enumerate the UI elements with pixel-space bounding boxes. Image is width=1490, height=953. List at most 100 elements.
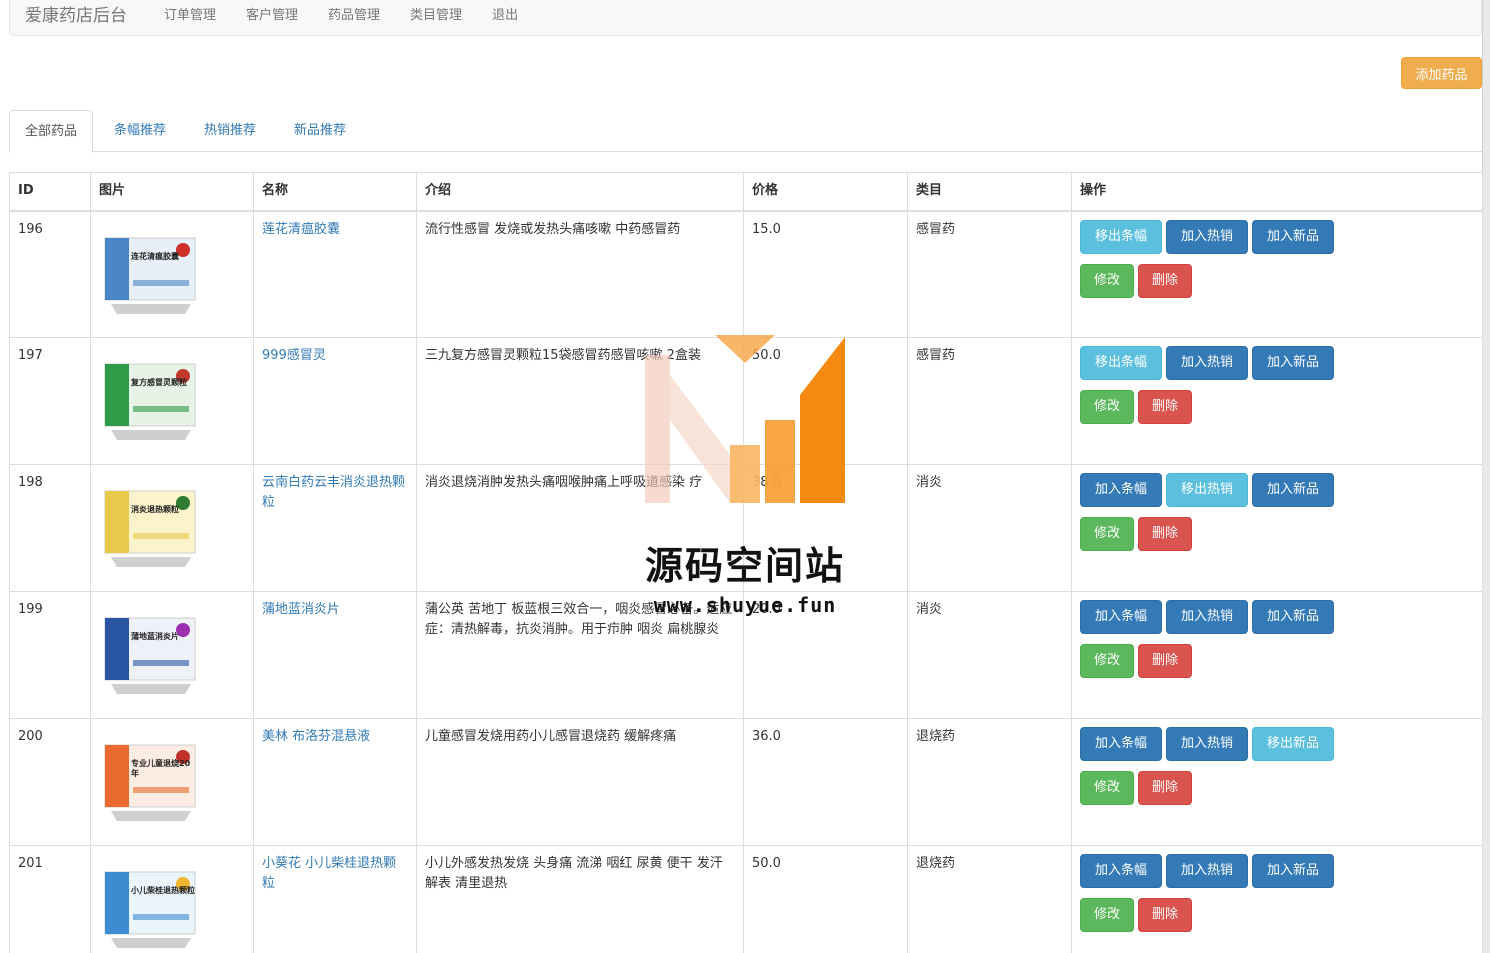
hot-toggle-button[interactable]: 加入热销: [1166, 346, 1248, 380]
medicine-image-label: 复方感冒灵颗粒: [131, 378, 187, 387]
tab-new-recommend[interactable]: 新品推荐: [279, 110, 361, 152]
nav-link-customers[interactable]: 客户管理: [246, 4, 298, 23]
delete-button[interactable]: 删除: [1138, 771, 1192, 805]
nav-link-medicines[interactable]: 药品管理: [328, 4, 380, 23]
nav-link-categories[interactable]: 类目管理: [410, 4, 462, 23]
new-toggle-button[interactable]: 加入新品: [1252, 600, 1334, 634]
banner-toggle-button[interactable]: 加入条幅: [1080, 854, 1162, 888]
medicine-image: 复方感冒灵颗粒: [101, 352, 201, 447]
medicine-intro: 流行性感冒 发烧或发热头痛咳嗽 中药感冒药: [425, 221, 681, 237]
table-row: 201 小儿柴桂退热颗粒 小葵花 小儿柴桂退热颗粒 小儿外感发热发烧 头身痛 流涕…: [9, 845, 1483, 953]
medicine-image: 蒲地蓝消炎片: [101, 606, 201, 701]
cell-intro: 蒲公英 苦地丁 板蓝根三效合一，咽炎感冒必备。适应症：清热解毒，抗炎消肿。用于疖…: [416, 591, 744, 719]
new-toggle-button[interactable]: 加入新品: [1252, 473, 1334, 507]
medicine-category: 消炎: [916, 475, 943, 490]
tab-all-medicines[interactable]: 全部药品: [9, 110, 94, 153]
nav-link-logout[interactable]: 退出: [492, 4, 518, 23]
delete-button[interactable]: 删除: [1138, 263, 1192, 298]
banner-toggle-button[interactable]: 加入条幅: [1080, 727, 1162, 761]
medicine-id: 201: [18, 856, 43, 871]
delete-button[interactable]: 删除: [1138, 390, 1192, 424]
medicine-name-link[interactable]: 美林 布洛芬混悬液: [262, 729, 370, 744]
col-header-intro: 介绍: [416, 172, 744, 212]
hot-toggle-button[interactable]: 移出热销: [1166, 473, 1248, 507]
banner-toggle-button[interactable]: 移出条幅: [1080, 219, 1162, 254]
medicine-id: 198: [18, 475, 43, 490]
cell-intro: 三九复方感冒灵颗粒15袋感冒药感冒咳嗽 2盒装: [416, 337, 744, 465]
col-header-name: 名称: [253, 172, 417, 212]
cell-name: 999感冒灵: [253, 337, 417, 465]
cell-name: 小葵花 小儿柴桂退热颗粒: [253, 845, 417, 953]
tab-bar: 全部药品 条幅推荐 热销推荐 新品推荐: [9, 110, 1482, 153]
medicine-image-label: 消炎退热颗粒: [131, 505, 179, 514]
edit-button[interactable]: 修改: [1080, 390, 1134, 424]
new-toggle-button[interactable]: 加入新品: [1252, 854, 1334, 888]
cell-name: 蒲地蓝消炎片: [253, 591, 417, 719]
cell-name: 美林 布洛芬混悬液: [253, 718, 417, 846]
medicine-image: 小儿柴桂退热颗粒: [101, 860, 201, 953]
medicine-intro: 儿童感冒发烧用药小儿感冒退烧药 缓解疼痛: [425, 729, 677, 744]
hot-toggle-button[interactable]: 加入热销: [1166, 600, 1248, 634]
cell-image: 连花清瘟胶囊: [90, 210, 254, 338]
banner-toggle-button[interactable]: 移出条幅: [1080, 346, 1162, 380]
medicine-name-link[interactable]: 999感冒灵: [262, 348, 326, 363]
cell-actions: 加入条幅 加入热销 加入新品 修改 删除: [1071, 591, 1483, 719]
add-medicine-button[interactable]: 添加药品: [1401, 57, 1482, 89]
medicine-id: 196: [18, 221, 43, 237]
edit-button[interactable]: 修改: [1080, 898, 1134, 932]
cell-image: 蒲地蓝消炎片: [90, 591, 254, 719]
cell-image: 专业儿童退烧20年: [90, 718, 254, 846]
cell-intro: 消炎退烧消肿发热头痛咽喉肿痛上呼吸道感染 疗: [416, 464, 744, 592]
cell-id: 201: [9, 845, 91, 953]
tab-hot-recommend[interactable]: 热销推荐: [189, 110, 271, 152]
banner-toggle-button[interactable]: 加入条幅: [1080, 473, 1162, 507]
medicine-intro: 消炎退烧消肿发热头痛咽喉肿痛上呼吸道感染 疗: [425, 475, 703, 490]
table-row: 196 连花清瘟胶囊 莲花清瘟胶囊 流行性感冒 发烧或发热头痛咳嗽 中药感冒药 15…: [9, 210, 1483, 338]
banner-toggle-button[interactable]: 加入条幅: [1080, 600, 1162, 634]
cell-actions: 加入条幅 移出热销 加入新品 修改 删除: [1071, 464, 1483, 592]
medicine-intro: 三九复方感冒灵颗粒15袋感冒药感冒咳嗽 2盒装: [425, 348, 701, 363]
cell-id: 199: [9, 591, 91, 719]
hot-toggle-button[interactable]: 加入热销: [1166, 854, 1248, 888]
medicine-category: 消炎: [916, 602, 943, 617]
delete-button[interactable]: 删除: [1138, 898, 1192, 932]
delete-button[interactable]: 删除: [1138, 517, 1192, 551]
edit-button[interactable]: 修改: [1080, 644, 1134, 678]
cell-category: 消炎: [907, 464, 1072, 592]
medicine-image: 连花清瘟胶囊: [101, 226, 201, 321]
edit-button[interactable]: 修改: [1080, 263, 1134, 298]
delete-button[interactable]: 删除: [1138, 644, 1192, 678]
col-header-category: 类目: [907, 172, 1072, 212]
new-toggle-button[interactable]: 加入新品: [1252, 219, 1334, 254]
new-toggle-button[interactable]: 移出新品: [1252, 727, 1334, 761]
medicine-category: 感冒药: [916, 221, 956, 237]
medicine-price: 20.0: [752, 602, 781, 617]
medicine-name-link[interactable]: 蒲地蓝消炎片: [262, 602, 340, 617]
brand-title[interactable]: 爱康药店后台: [25, 1, 127, 26]
cell-name: 云南白药云丰消炎退热颗粒: [253, 464, 417, 592]
medicine-id: 197: [18, 348, 43, 363]
cell-id: 200: [9, 718, 91, 846]
medicine-name-link[interactable]: 莲花清瘟胶囊: [262, 222, 340, 237]
cell-intro: 流行性感冒 发烧或发热头痛咳嗽 中药感冒药: [416, 210, 744, 338]
medicine-table: ID 图片 名称 介绍 价格 类目 操作 196 连花清瘟胶囊 莲花清瘟胶囊 流行…: [9, 172, 1483, 953]
medicine-image: 消炎退热颗粒: [101, 479, 201, 574]
nav-link-orders[interactable]: 订单管理: [164, 4, 216, 23]
medicine-intro: 蒲公英 苦地丁 板蓝根三效合一，咽炎感冒必备。适应症：清热解毒，抗炎消肿。用于疖…: [425, 602, 733, 637]
cell-actions: 加入条幅 加入热销 加入新品 修改 删除: [1071, 845, 1483, 953]
cell-price: 20.0: [743, 591, 908, 719]
cell-image: 复方感冒灵颗粒: [90, 337, 254, 465]
edit-button[interactable]: 修改: [1080, 771, 1134, 805]
medicine-id: 199: [18, 602, 43, 617]
col-header-actions: 操作: [1071, 172, 1483, 212]
tab-banner-recommend[interactable]: 条幅推荐: [99, 110, 181, 152]
medicine-name-link[interactable]: 云南白药云丰消炎退热颗粒: [262, 475, 405, 510]
edit-button[interactable]: 修改: [1080, 517, 1134, 551]
top-navbar: 爱康药店后台 订单管理 客户管理 药品管理 类目管理 退出: [9, 0, 1482, 36]
hot-toggle-button[interactable]: 加入热销: [1166, 727, 1248, 761]
new-toggle-button[interactable]: 加入新品: [1252, 346, 1334, 380]
medicine-name-link[interactable]: 小葵花 小儿柴桂退热颗粒: [262, 856, 396, 891]
hot-toggle-button[interactable]: 加入热销: [1166, 219, 1248, 254]
scrollbar[interactable]: [1482, 0, 1490, 953]
medicine-price: 50.0: [752, 856, 781, 871]
